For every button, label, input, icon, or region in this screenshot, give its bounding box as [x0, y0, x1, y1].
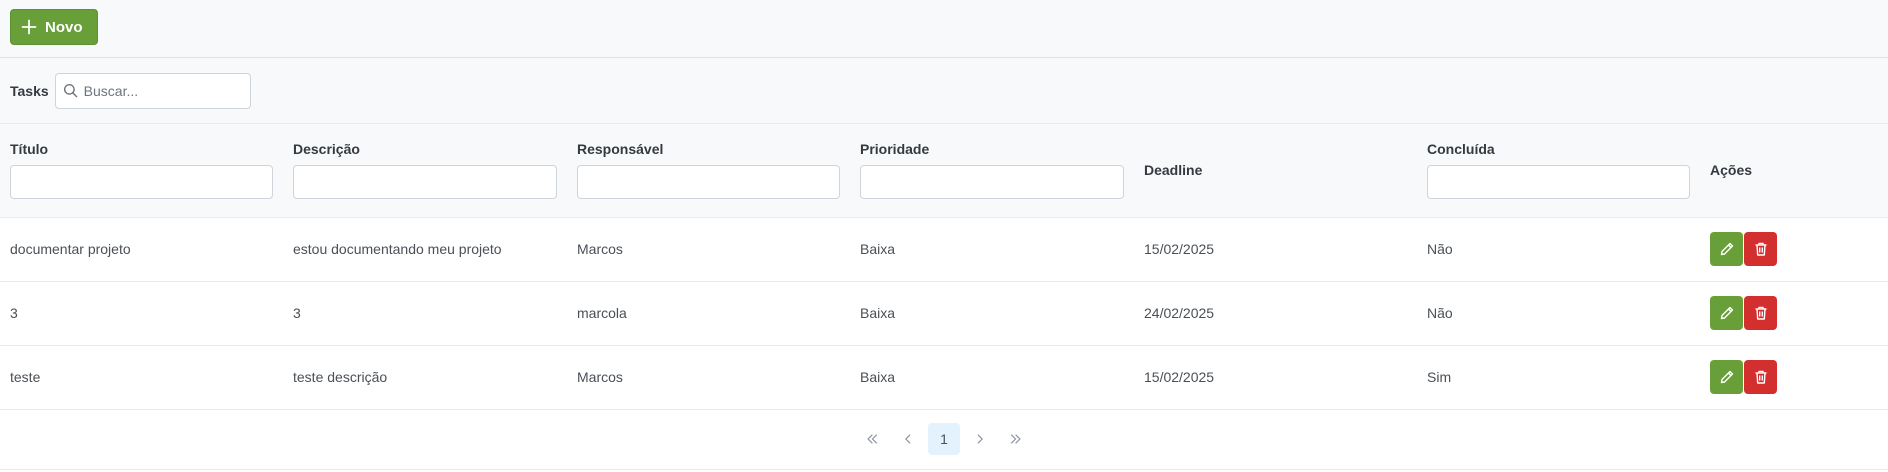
cell-concluida: Não — [1427, 305, 1453, 321]
cell-descricao: 3 — [293, 305, 301, 321]
column-header-prioridade: Prioridade — [850, 124, 1134, 218]
column-header-descricao: Descrição — [283, 124, 567, 218]
cell-deadline: 15/02/2025 — [1144, 241, 1215, 257]
edit-button[interactable] — [1710, 360, 1743, 394]
cell-titulo: documentar projeto — [10, 241, 131, 257]
first-page-button[interactable] — [856, 423, 888, 455]
edit-button[interactable] — [1710, 232, 1743, 266]
toolbar: Novo — [0, 0, 1888, 58]
last-page-button[interactable] — [1000, 423, 1032, 455]
filter-concluida-input[interactable] — [1427, 165, 1690, 200]
cell-prioridade: Baixa — [860, 369, 896, 385]
cell-deadline: 24/02/2025 — [1144, 305, 1215, 321]
cell-prioridade: Baixa — [860, 241, 896, 257]
chevron-right-icon — [977, 434, 983, 444]
column-header-responsavel: Responsável — [567, 124, 850, 218]
plus-icon — [21, 19, 37, 35]
cell-titulo: 3 — [10, 305, 18, 321]
column-header-acoes: Ações — [1700, 124, 1888, 218]
cell-deadline: 15/02/2025 — [1144, 369, 1215, 385]
cell-concluida: Sim — [1427, 369, 1452, 385]
double-chevron-right-icon — [1011, 434, 1021, 444]
column-label: Descrição — [293, 141, 360, 158]
table-row: 3 3 marcola Baixa 24/02/2025 Não — [0, 281, 1888, 345]
page-button-current[interactable]: 1 — [928, 423, 960, 455]
trash-icon — [1755, 306, 1766, 320]
table-row: documentar projeto estou documentando me… — [0, 217, 1888, 281]
trash-icon — [1755, 370, 1766, 384]
column-label: Responsável — [577, 141, 664, 158]
search-field — [54, 72, 251, 109]
search-input[interactable] — [54, 72, 251, 109]
cell-actions — [1700, 217, 1888, 281]
next-page-button[interactable] — [964, 423, 996, 455]
delete-button[interactable] — [1744, 360, 1777, 394]
column-label: Concluída — [1427, 141, 1495, 158]
cell-actions — [1700, 345, 1888, 409]
cell-descricao: teste descrição — [293, 369, 388, 385]
cell-responsavel: Marcos — [577, 241, 623, 257]
table-header-bar: Tasks — [0, 58, 1888, 124]
table-title: Tasks — [10, 82, 49, 99]
column-label: Título — [10, 141, 49, 158]
cell-responsavel: marcola — [577, 305, 627, 321]
filter-prioridade-input[interactable] — [860, 165, 1124, 200]
cell-actions — [1700, 281, 1888, 345]
new-button-label: Novo — [45, 18, 83, 36]
prev-page-button[interactable] — [892, 423, 924, 455]
table-row: teste teste descrição Marcos Baixa 15/02… — [0, 345, 1888, 409]
new-button[interactable]: Novo — [10, 9, 98, 45]
table-header-row: Título Descrição Responsável Prioridade … — [0, 124, 1888, 218]
filter-titulo-input[interactable] — [10, 165, 273, 200]
chevron-left-icon — [905, 434, 911, 444]
column-label: Prioridade — [860, 141, 930, 158]
trash-icon — [1755, 242, 1766, 256]
filter-responsavel-input[interactable] — [577, 165, 840, 200]
pencil-icon — [1720, 370, 1733, 384]
double-chevron-left-icon — [867, 434, 877, 444]
search-icon — [63, 83, 77, 97]
filter-descricao-input[interactable] — [293, 165, 557, 200]
column-header-concluida: Concluída — [1417, 124, 1700, 218]
pencil-icon — [1720, 306, 1733, 320]
paginator: 1 — [0, 410, 1888, 470]
pencil-icon — [1720, 242, 1733, 256]
column-header-deadline: Deadline — [1134, 124, 1417, 218]
edit-button[interactable] — [1710, 296, 1743, 330]
cell-prioridade: Baixa — [860, 305, 896, 321]
tasks-table: Título Descrição Responsável Prioridade … — [0, 124, 1888, 410]
column-label: Deadline — [1144, 162, 1203, 179]
delete-button[interactable] — [1744, 232, 1777, 266]
cell-concluida: Não — [1427, 241, 1453, 257]
cell-titulo: teste — [10, 369, 41, 385]
delete-button[interactable] — [1744, 296, 1777, 330]
column-header-titulo: Título — [0, 124, 283, 218]
cell-responsavel: Marcos — [577, 369, 623, 385]
column-label: Ações — [1710, 162, 1753, 179]
cell-descricao: estou documentando meu projeto — [293, 241, 502, 257]
